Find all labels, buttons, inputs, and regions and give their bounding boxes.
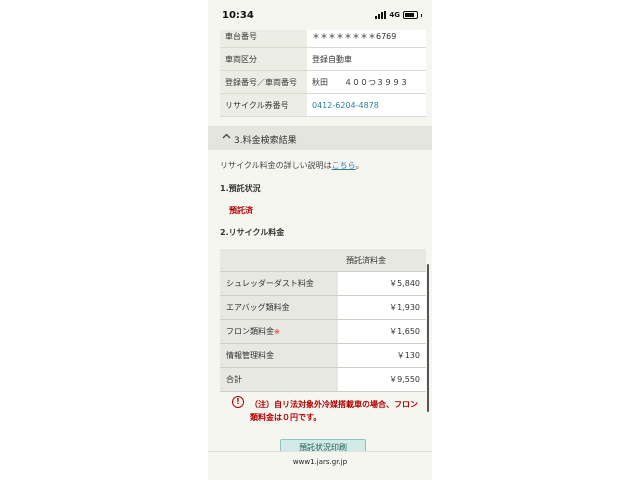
explanation-suffix: 。 (355, 161, 364, 170)
deposit-heading: 1.預託状況 (220, 184, 261, 193)
fee-name: 情報管理料金 (220, 343, 338, 368)
details-link[interactable]: こちら (332, 161, 356, 170)
status-icons: 4G (375, 11, 422, 19)
table-row: エアバッグ類料金 ￥1,930 (220, 295, 426, 320)
fee-amount: ￥1,930 (338, 295, 426, 320)
table-row: シュレッダーダスト料金 ￥5,840 (220, 271, 426, 296)
section-title: 3.料金検索結果 (234, 136, 297, 146)
fee-name: エアバッグ類料金 (220, 295, 338, 320)
column-header: 預託済料金 (338, 249, 426, 272)
notice-text: （注）自リ法対象外冷媒搭載車の場合、フロン類料金は０円です。 (250, 400, 418, 422)
vehicle-label: リサイクル券番号 (220, 93, 307, 117)
network-type: 4G (389, 11, 400, 19)
scrollbar[interactable] (427, 264, 429, 412)
note-mark: ※ (274, 328, 280, 336)
fee-amount: ￥9,550 (338, 367, 426, 392)
table-row: リサイクル券番号 0412-6204-4878 (220, 93, 426, 117)
fee-name: シュレッダーダスト料金 (220, 271, 338, 296)
vehicle-info-table: 車台番号 ＊＊＊＊＊＊＊＊6769 車両区分 登録自動車 登録番号／車両番号 秋… (220, 24, 426, 117)
deposit-status: 預託済 (229, 206, 253, 215)
fee-amount: ￥1,650 (338, 319, 426, 344)
vehicle-label: 登録番号／車両番号 (220, 70, 307, 94)
table-row: 登録番号／車両番号 秋田 ４００つ３９９３ (220, 70, 426, 94)
explanation-text: リサイクル料金の詳しい説明はこちら。 (220, 160, 364, 171)
alert-icon: ! (232, 396, 244, 408)
table-row: 情報管理料金 ￥130 (220, 343, 426, 368)
recycle-ticket-number[interactable]: 0412-6204-4878 (307, 93, 426, 117)
battery-tip (421, 13, 422, 17)
fee-amount: ￥5,840 (338, 271, 426, 296)
fee-heading: 2.リサイクル料金 (220, 228, 285, 237)
phone-screen: 車台番号 ＊＊＊＊＊＊＊＊6769 車両区分 登録自動車 登録番号／車両番号 秋… (208, 0, 432, 480)
table-row: 車両区分 登録自動車 (220, 47, 426, 71)
fee-amount: ￥130 (338, 343, 426, 368)
url-text: www1.jars.gr.jp (292, 458, 348, 466)
vehicle-value: 秋田 ４００つ３９９３ (307, 70, 426, 94)
fee-table: 預託済料金 シュレッダーダスト料金 ￥5,840 エアバッグ類料金 ￥1,930… (220, 249, 426, 392)
fee-name-cell: フロン類料金※ (220, 319, 338, 344)
table-header-row: 預託済料金 (220, 249, 426, 272)
fee-name: 合計 (220, 367, 338, 392)
table-row: 合計 ￥9,550 (220, 367, 426, 392)
vehicle-label: 車両区分 (220, 47, 307, 71)
vehicle-value: 登録自動車 (307, 47, 426, 71)
header-blank-cell (220, 249, 338, 272)
signal-icon (375, 11, 387, 19)
battery-icon (403, 11, 418, 19)
table-row: フロン類料金※ ￥1,650 (220, 319, 426, 344)
chevron-up-icon (222, 132, 231, 142)
status-time: 10:34 (222, 10, 254, 21)
section-header-toggle[interactable]: 3.料金検索結果 (208, 126, 432, 150)
fee-name: フロン類料金 (226, 327, 274, 336)
status-bar: 10:34 4G (208, 0, 432, 30)
explanation-prefix: リサイクル料金の詳しい説明は (220, 161, 332, 170)
browser-url-bar[interactable]: www1.jars.gr.jp (208, 451, 432, 480)
